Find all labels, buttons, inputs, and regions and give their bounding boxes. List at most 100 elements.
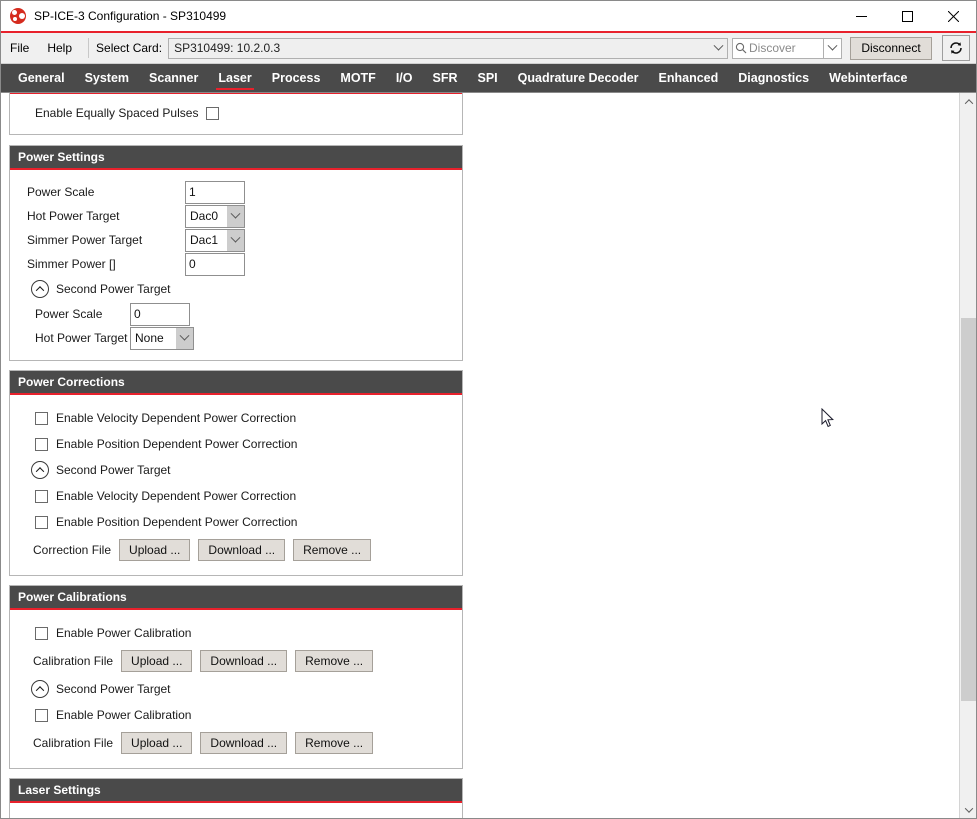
- main-tab-bar: General System Scanner Laser Process MOT…: [1, 64, 976, 92]
- velocity-dependent-correction-checkbox[interactable]: [35, 412, 48, 425]
- discover-input[interactable]: Discover: [732, 38, 824, 59]
- second-power-target-expander[interactable]: Second Power Target: [10, 276, 462, 302]
- second-calibration-file-upload-button[interactable]: Upload ...: [121, 732, 192, 754]
- row-power-scale: Power Scale 1: [10, 180, 462, 204]
- row-correction-file: Correction File Upload ... Download ... …: [10, 535, 462, 565]
- second-power-target-label: Second Power Target: [56, 282, 171, 296]
- row-enable-power-calibration: Enable Power Calibration: [10, 620, 462, 646]
- power-calibrations-body: Enable Power Calibration Calibration Fil…: [10, 610, 462, 768]
- second-velocity-dependent-correction-label: Enable Velocity Dependent Power Correcti…: [56, 489, 296, 503]
- chevron-up-circle-icon[interactable]: [31, 280, 49, 298]
- settings-column: Enable Equally Spaced Pulses Power Setti…: [1, 93, 463, 818]
- disconnect-button[interactable]: Disconnect: [850, 37, 932, 60]
- chevron-down-icon[interactable]: [227, 206, 244, 227]
- simmer-power-target-combobox[interactable]: Dac1: [185, 229, 245, 252]
- second-hot-power-target-value: None: [135, 331, 176, 345]
- second-enable-power-calibration-checkbox[interactable]: [35, 709, 48, 722]
- laser-settings-header: Laser Settings: [10, 779, 462, 803]
- maximize-icon[interactable]: [884, 1, 930, 31]
- row-second-enable-power-calibration: Enable Power Calibration: [10, 702, 462, 728]
- magnifier-icon: [733, 42, 749, 54]
- power-corrections-panel: Power Corrections Enable Velocity Depend…: [9, 370, 463, 576]
- tab-io[interactable]: I/O: [386, 64, 423, 92]
- second-position-dependent-correction-label: Enable Position Dependent Power Correcti…: [56, 515, 297, 529]
- content-area: Enable Equally Spaced Pulses Power Setti…: [1, 92, 976, 818]
- tab-spi[interactable]: SPI: [468, 64, 508, 92]
- chevron-down-icon[interactable]: [960, 801, 976, 818]
- menu-help[interactable]: Help: [38, 37, 81, 59]
- power-scale-input[interactable]: 1: [185, 181, 245, 204]
- simmer-power-input[interactable]: 0: [185, 253, 245, 276]
- calibration-file-download-button[interactable]: Download ...: [200, 650, 287, 672]
- power-settings-body: Power Scale 1 Hot Power Target Dac0 Simm…: [10, 170, 462, 360]
- calibrations-second-power-target-expander[interactable]: Second Power Target: [10, 676, 462, 702]
- power-corrections-header: Power Corrections: [10, 371, 462, 395]
- tab-enhanced[interactable]: Enhanced: [649, 64, 729, 92]
- tab-laser[interactable]: Laser: [208, 64, 261, 92]
- second-hot-power-target-label: Hot Power Target: [35, 331, 130, 345]
- power-scale-label: Power Scale: [27, 185, 185, 199]
- tab-diagnostics[interactable]: Diagnostics: [728, 64, 819, 92]
- row-velocity-dependent-correction: Enable Velocity Dependent Power Correcti…: [10, 405, 462, 431]
- window-title: SP-ICE-3 Configuration - SP310499: [34, 9, 226, 23]
- chevron-down-icon[interactable]: [710, 39, 727, 58]
- correction-file-upload-button[interactable]: Upload ...: [119, 539, 190, 561]
- select-card-value: SP310499: 10.2.0.3: [174, 41, 280, 55]
- second-hot-power-target-combobox[interactable]: None: [130, 327, 194, 350]
- chevron-up-circle-icon[interactable]: [31, 680, 49, 698]
- position-dependent-correction-checkbox[interactable]: [35, 438, 48, 451]
- second-calibration-file-download-button[interactable]: Download ...: [200, 732, 287, 754]
- refresh-icon[interactable]: [942, 35, 970, 61]
- row-hot-power-target: Hot Power Target Dac0: [10, 204, 462, 228]
- tab-quadrature-decoder[interactable]: Quadrature Decoder: [508, 64, 649, 92]
- second-power-scale-label: Power Scale: [35, 307, 130, 321]
- power-settings-header: Power Settings: [10, 146, 462, 170]
- tab-scanner[interactable]: Scanner: [139, 64, 208, 92]
- close-icon[interactable]: [930, 1, 976, 31]
- second-calibration-file-remove-button[interactable]: Remove ...: [295, 732, 373, 754]
- scrollbar-thumb[interactable]: [961, 318, 976, 701]
- row-calibration-file: Calibration File Upload ... Download ...…: [10, 646, 462, 676]
- calibration-file-label: Calibration File: [33, 654, 113, 668]
- tab-sfr[interactable]: SFR: [423, 64, 468, 92]
- corrections-second-power-target-expander[interactable]: Second Power Target: [10, 457, 462, 483]
- second-velocity-dependent-correction-checkbox[interactable]: [35, 490, 48, 503]
- chevron-up-circle-icon[interactable]: [31, 461, 49, 479]
- calibration-file-upload-button[interactable]: Upload ...: [121, 650, 192, 672]
- tab-webinterface[interactable]: Webinterface: [819, 64, 917, 92]
- chevron-down-icon[interactable]: [176, 328, 193, 349]
- second-position-dependent-correction-checkbox[interactable]: [35, 516, 48, 529]
- correction-file-label: Correction File: [33, 543, 111, 557]
- tab-motf[interactable]: MOTF: [330, 64, 385, 92]
- calibration-file-remove-button[interactable]: Remove ...: [295, 650, 373, 672]
- corrections-second-power-target-label: Second Power Target: [56, 463, 171, 477]
- laser-settings-body: Enable Laser Synchronization: [10, 803, 462, 818]
- pulse-settings-panel-cropped: Enable Equally Spaced Pulses: [9, 93, 463, 135]
- discover-dropdown-button[interactable]: [824, 38, 842, 59]
- enable-equally-spaced-pulses-label: Enable Equally Spaced Pulses: [35, 106, 198, 120]
- menu-file[interactable]: File: [1, 37, 38, 59]
- hot-power-target-combobox[interactable]: Dac0: [185, 205, 245, 228]
- sp-ice-logo-icon: [10, 8, 26, 24]
- enable-power-calibration-checkbox[interactable]: [35, 627, 48, 640]
- tab-general[interactable]: General: [8, 64, 75, 92]
- chevron-down-icon[interactable]: [227, 230, 244, 251]
- minimize-icon[interactable]: [838, 1, 884, 31]
- vertical-scrollbar[interactable]: [959, 93, 976, 818]
- correction-file-remove-button[interactable]: Remove ...: [293, 539, 371, 561]
- toolbar: File Help Select Card: SP310499: 10.2.0.…: [1, 33, 976, 64]
- simmer-power-target-label: Simmer Power Target: [27, 233, 185, 247]
- simmer-power-label: Simmer Power []: [27, 257, 185, 271]
- enable-equally-spaced-pulses-checkbox[interactable]: [206, 107, 219, 120]
- second-enable-power-calibration-label: Enable Power Calibration: [56, 708, 191, 722]
- row-enable-equally-spaced-pulses: Enable Equally Spaced Pulses: [10, 100, 462, 126]
- chevron-up-icon[interactable]: [960, 93, 976, 110]
- tab-system[interactable]: System: [75, 64, 139, 92]
- window-controls: [838, 1, 976, 31]
- tab-process[interactable]: Process: [262, 64, 331, 92]
- row-enable-laser-synchronization: Enable Laser Synchronization: [10, 813, 462, 818]
- power-corrections-body: Enable Velocity Dependent Power Correcti…: [10, 395, 462, 575]
- correction-file-download-button[interactable]: Download ...: [198, 539, 285, 561]
- select-card-combobox[interactable]: SP310499: 10.2.0.3: [168, 38, 728, 59]
- second-power-scale-input[interactable]: 0: [130, 303, 190, 326]
